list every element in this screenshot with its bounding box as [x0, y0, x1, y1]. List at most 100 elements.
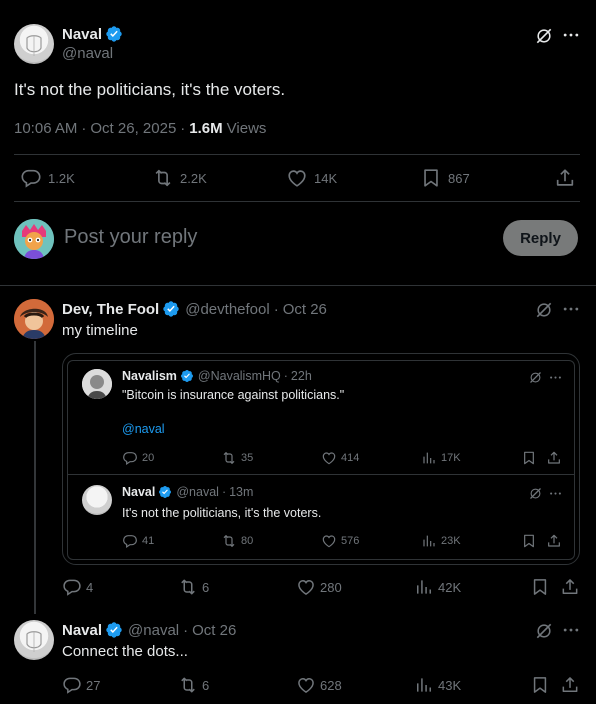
like-count: 414: [341, 452, 360, 464]
tweet-date[interactable]: Oct 26, 2025: [90, 120, 176, 137]
views-count: 42K: [438, 579, 462, 595]
like-count: 14K: [314, 170, 338, 186]
like-count: 280: [320, 579, 342, 595]
share-icon: [546, 450, 562, 466]
author-name: Naval: [122, 485, 156, 499]
views-icon: [421, 533, 437, 549]
views-count: 23K: [441, 535, 461, 547]
like-icon: [286, 167, 308, 189]
grok-icon[interactable]: [533, 25, 555, 47]
reply-input[interactable]: Post your reply: [64, 226, 197, 249]
quoted-media[interactable]: Navalism @NavalismHQ · 22h "Bitcoin is i…: [62, 353, 580, 565]
views-icon: [421, 450, 437, 466]
bookmark-icon: [530, 675, 550, 695]
divider: [68, 474, 574, 475]
views-count: 17K: [441, 452, 461, 464]
repost-count: 2.2K: [180, 170, 207, 186]
share-icon: [554, 167, 576, 189]
author-name[interactable]: Naval: [62, 622, 102, 639]
bookmark-button[interactable]: [530, 675, 550, 695]
share-button[interactable]: [560, 675, 580, 695]
repost-icon: [178, 675, 198, 695]
views-count: 1.6M: [189, 120, 223, 137]
like-action[interactable]: 14K: [286, 167, 337, 189]
reply-icon: [62, 577, 82, 597]
avatar: [82, 485, 112, 515]
verified-icon: [105, 25, 123, 43]
share-button: [546, 533, 562, 549]
views-icon: [414, 577, 434, 597]
verified-icon: [180, 369, 194, 383]
grok-icon: [528, 486, 543, 501]
views-action[interactable]: 42K: [414, 577, 461, 597]
views-action[interactable]: 43K: [414, 675, 461, 695]
reply-action[interactable]: 27: [62, 675, 100, 695]
more-icon[interactable]: [560, 24, 582, 46]
tweet-date[interactable]: Oct 26: [192, 622, 236, 639]
repost-count: 35: [241, 452, 254, 464]
reply-count: 20: [142, 452, 155, 464]
reply-count: 1.2K: [48, 170, 75, 186]
like-icon: [296, 577, 316, 597]
tweet-text: Connect the dots...: [62, 643, 188, 660]
author-name[interactable]: Naval: [62, 26, 102, 43]
like-icon: [321, 533, 337, 549]
author-handle[interactable]: @devthefool: [185, 301, 269, 318]
bookmark-button[interactable]: [530, 577, 550, 597]
like-action: 576: [321, 533, 359, 549]
repost-action[interactable]: 2.2K: [152, 167, 207, 189]
author-handle[interactable]: @naval: [128, 622, 179, 639]
more-icon[interactable]: [560, 619, 582, 641]
repost-action[interactable]: 6: [178, 675, 209, 695]
reply-icon: [20, 167, 42, 189]
bookmark-action[interactable]: 867: [420, 167, 470, 189]
more-icon: [548, 486, 563, 501]
bookmark-icon: [530, 577, 550, 597]
repost-icon: [221, 533, 237, 549]
share-button[interactable]: [560, 577, 580, 597]
share-button[interactable]: [554, 167, 576, 189]
reply-button[interactable]: Reply: [503, 220, 578, 256]
reply-icon: [122, 533, 138, 549]
share-icon: [560, 577, 580, 597]
grok-icon[interactable]: [533, 620, 555, 642]
repost-action[interactable]: 6: [178, 577, 209, 597]
tweet-time: 13m: [229, 485, 254, 499]
author-handle[interactable]: @naval: [62, 45, 113, 62]
reply-action[interactable]: 1.2K: [20, 167, 75, 189]
like-icon: [321, 450, 337, 466]
more-icon[interactable]: [560, 298, 582, 320]
avatar[interactable]: [14, 24, 54, 64]
repost-count: 6: [202, 579, 210, 595]
author-name[interactable]: Dev, The Fool: [62, 301, 159, 318]
like-count: 576: [341, 535, 360, 547]
repost-icon: [221, 450, 237, 466]
reply-action[interactable]: 4: [62, 577, 93, 597]
repost-icon: [152, 167, 174, 189]
grok-icon[interactable]: [533, 299, 555, 321]
tweet-date[interactable]: Oct 26: [283, 301, 327, 318]
verified-icon: [158, 485, 172, 499]
like-count: 628: [320, 677, 342, 693]
repost-action: 80: [221, 533, 253, 549]
repost-count: 80: [241, 535, 254, 547]
avatar: [82, 369, 112, 399]
like-action: 414: [321, 450, 359, 466]
avatar[interactable]: [14, 219, 54, 259]
tweet-text: It's not the politicians, it's the voter…: [122, 506, 322, 520]
like-action[interactable]: 280: [296, 577, 342, 597]
avatar[interactable]: [14, 620, 54, 660]
reply-action: 41: [122, 533, 154, 549]
views-action: 17K: [421, 450, 461, 466]
bookmark-count: 867: [448, 170, 470, 186]
mention-link: @naval: [122, 422, 165, 436]
tweet-time[interactable]: 10:06 AM: [14, 120, 77, 137]
bookmark-action: [521, 533, 537, 549]
tweet-text: "Bitcoin is insurance against politician…: [122, 388, 345, 402]
share-button: [546, 450, 562, 466]
like-action[interactable]: 628: [296, 675, 342, 695]
views-icon: [414, 675, 434, 695]
tweet-text: It's not the politicians, it's the voter…: [14, 80, 286, 99]
views-count: 43K: [438, 677, 462, 693]
avatar[interactable]: [14, 299, 54, 339]
